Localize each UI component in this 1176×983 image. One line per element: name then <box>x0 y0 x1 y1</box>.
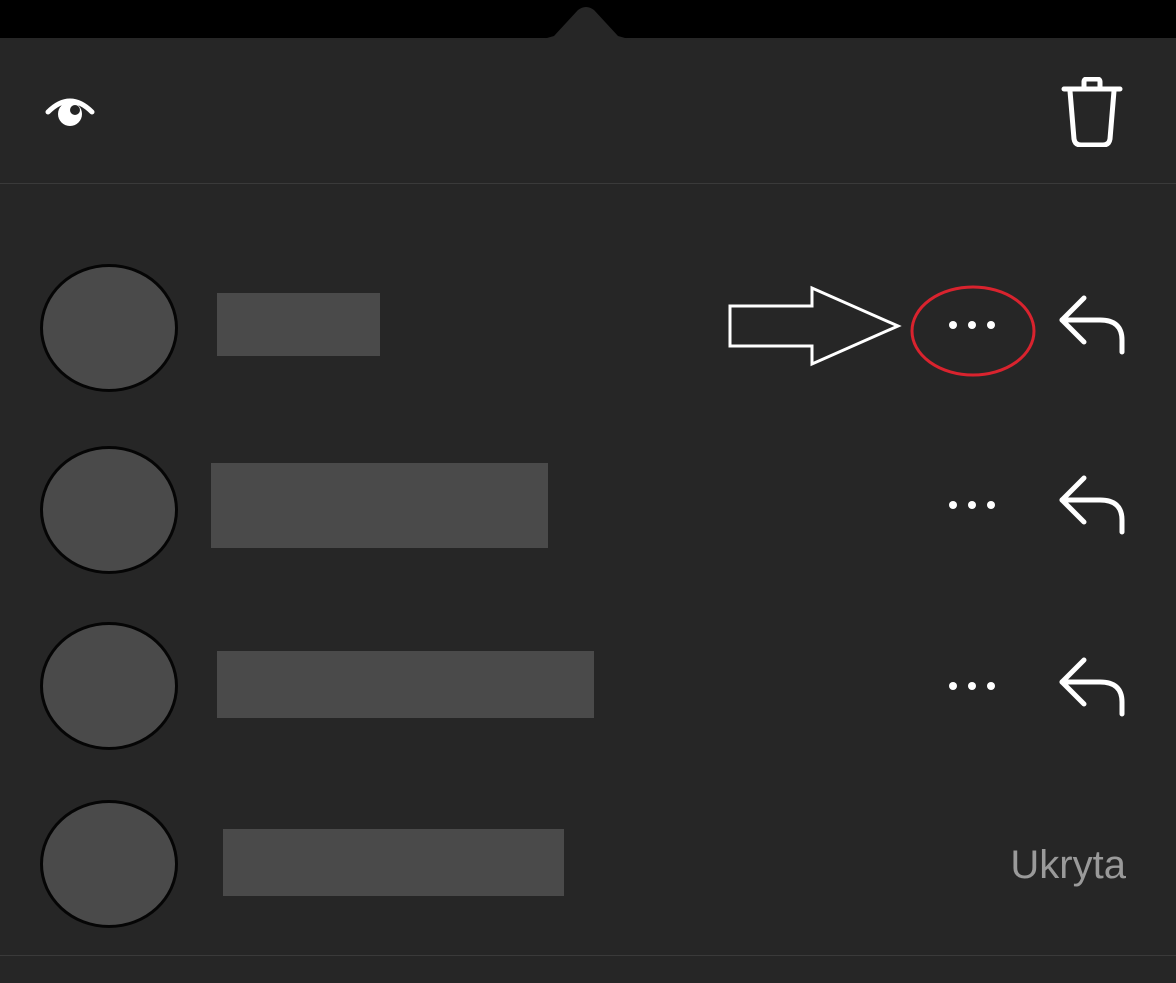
avatar <box>40 446 178 574</box>
arrow-right-icon <box>728 285 902 367</box>
avatar <box>40 800 178 928</box>
eye-icon <box>45 98 95 126</box>
top-bar <box>0 0 1176 40</box>
reply-icon <box>1059 295 1125 355</box>
reply-button[interactable] <box>1052 470 1132 540</box>
visibility-button[interactable] <box>36 80 104 140</box>
reply-button[interactable] <box>1052 652 1132 722</box>
redacted-sender-name <box>223 829 564 896</box>
avatar <box>40 264 178 392</box>
more-options-button[interactable] <box>932 475 1012 535</box>
reply-button[interactable] <box>1052 290 1132 360</box>
toolbar <box>0 38 1176 184</box>
redacted-sender-name <box>211 463 548 548</box>
message-row <box>0 608 1176 768</box>
ellipsis-icon <box>949 501 995 509</box>
ellipsis-icon <box>949 682 995 690</box>
toolbar-divider <box>0 183 1176 184</box>
message-row: Ukryta <box>0 788 1176 948</box>
avatar <box>40 622 178 750</box>
trash-icon <box>1061 77 1123 147</box>
message-row <box>0 428 1176 588</box>
hidden-status-label: Ukryta <box>1010 843 1126 887</box>
delete-button[interactable] <box>1052 72 1132 152</box>
reply-icon <box>1059 475 1125 535</box>
more-options-button[interactable] <box>932 656 1012 716</box>
bottom-divider <box>0 955 1176 956</box>
redacted-sender-name <box>217 293 380 356</box>
redacted-sender-name <box>217 651 594 718</box>
highlight-ellipse <box>910 285 1036 377</box>
reply-icon <box>1059 657 1125 717</box>
